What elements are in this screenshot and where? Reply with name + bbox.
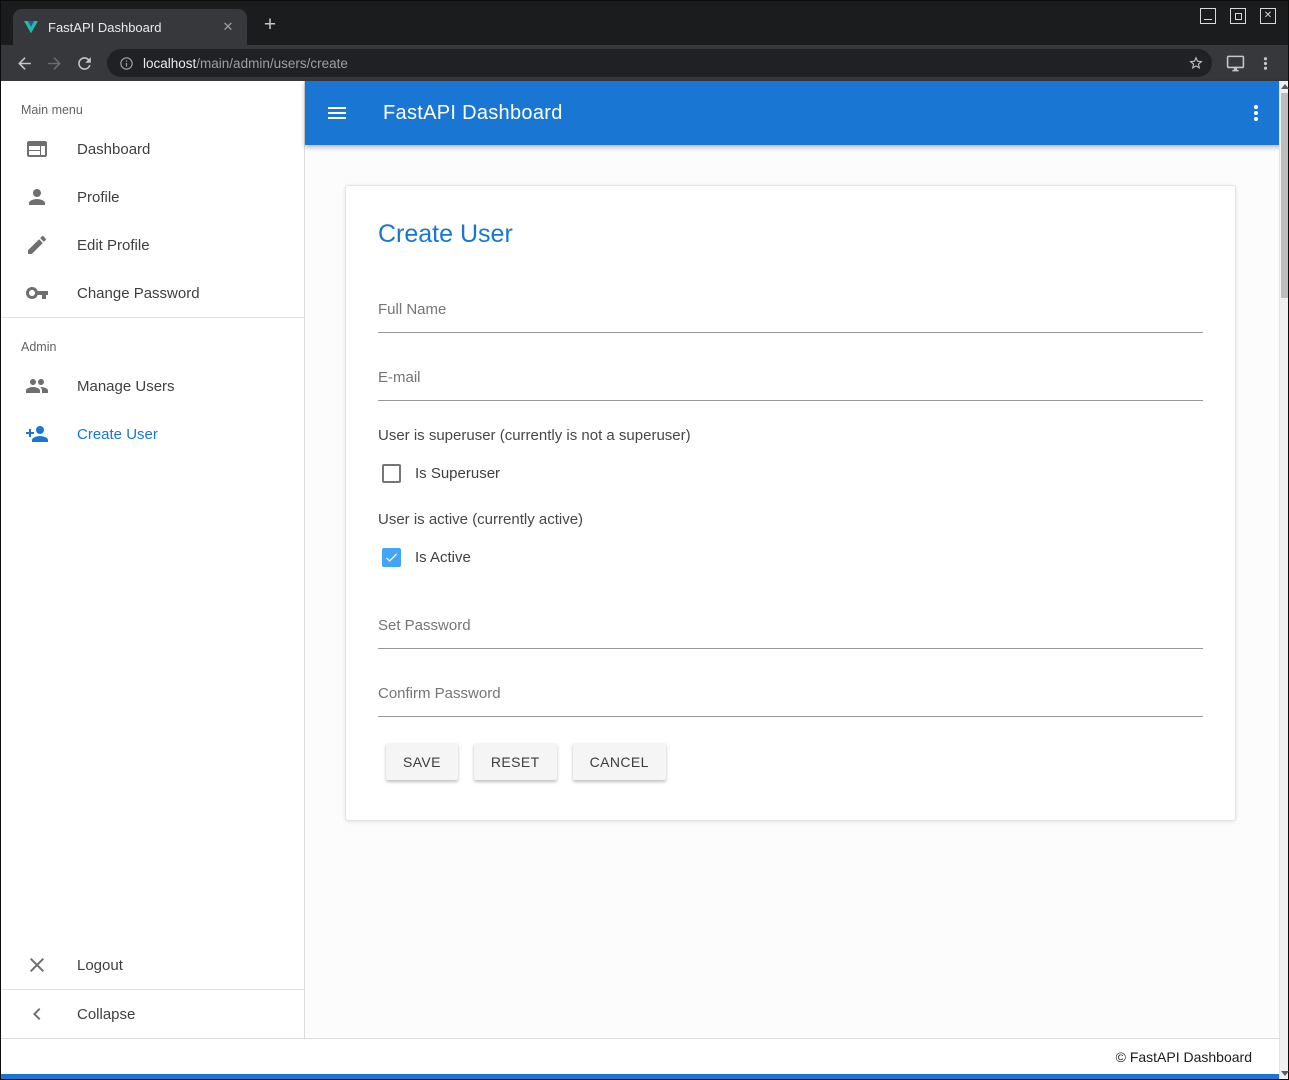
bookmark-star-icon[interactable]	[1184, 51, 1208, 75]
app-title: FastAPI Dashboard	[383, 102, 563, 125]
dashboard-icon	[25, 137, 49, 161]
sidebar-item-label: Profile	[77, 189, 120, 206]
browser-toolbar: localhost/main/admin/users/create	[1, 45, 1288, 81]
form-buttons: SAVE RESET CANCEL	[386, 743, 1203, 780]
footer-copyright: © FastAPI Dashboard	[1116, 1049, 1252, 1065]
appbar-overflow-menu-button[interactable]	[1232, 89, 1280, 137]
content-area: Create User User is superuser (currently…	[305, 145, 1288, 1038]
key-icon	[25, 281, 49, 305]
close-window-button[interactable]: ✕	[1260, 8, 1276, 24]
create-user-card: Create User User is superuser (currently…	[345, 185, 1236, 821]
dots-vertical-icon	[1244, 101, 1268, 125]
set-password-input[interactable]	[378, 607, 1203, 649]
tab-title: FastAPI Dashboard	[48, 20, 210, 35]
back-button[interactable]	[9, 48, 39, 78]
sidebar: Main menu Dashboard Profile Edit Profile	[1, 81, 305, 1038]
new-tab-button[interactable]: +	[255, 10, 285, 40]
reload-icon	[75, 54, 94, 73]
vuetify-favicon-icon	[23, 19, 39, 35]
superuser-checkbox-label: Is Superuser	[415, 465, 500, 482]
page-scrollbar[interactable]	[1279, 81, 1288, 1079]
sidebar-item-label: Change Password	[77, 285, 200, 302]
page-footer: © FastAPI Dashboard	[1, 1038, 1288, 1074]
full-name-input[interactable]	[378, 291, 1203, 333]
app-bar: FastAPI Dashboard	[305, 81, 1288, 145]
superuser-checkbox[interactable]	[382, 464, 401, 483]
browser-menu-button[interactable]	[1250, 48, 1280, 78]
scrollbar-down-arrow[interactable]	[1281, 1071, 1289, 1076]
page-body: Main menu Dashboard Profile Edit Profile	[1, 81, 1288, 1038]
scrollbar-thumb[interactable]	[1281, 93, 1288, 298]
sidebar-item-dashboard[interactable]: Dashboard	[1, 125, 304, 173]
page-title: Create User	[378, 220, 1203, 249]
main-area: FastAPI Dashboard Create User User is su…	[305, 81, 1288, 1038]
sidebar-spacer	[1, 458, 304, 941]
chevron-left-icon	[25, 1002, 49, 1026]
maximize-icon	[1235, 13, 1242, 20]
person-icon	[25, 185, 49, 209]
window-controls: ✕	[1200, 8, 1276, 24]
people-icon	[25, 374, 49, 398]
site-info-icon[interactable]	[119, 56, 134, 71]
sidebar-item-edit-profile[interactable]: Edit Profile	[1, 221, 304, 269]
install-app-icon[interactable]	[1220, 48, 1250, 78]
active-checkbox-row[interactable]: Is Active	[382, 548, 1203, 567]
pencil-icon	[25, 233, 49, 257]
person-add-icon	[25, 422, 49, 446]
minimize-icon	[1204, 19, 1212, 20]
reload-button[interactable]	[69, 48, 99, 78]
sidebar-item-label: Manage Users	[77, 378, 175, 395]
sidebar-item-manage-users[interactable]: Manage Users	[1, 362, 304, 410]
hamburger-icon	[325, 101, 349, 125]
sidebar-item-create-user[interactable]: Create User	[1, 410, 304, 458]
forward-arrow-icon	[45, 54, 64, 73]
active-checkbox[interactable]	[382, 548, 401, 567]
active-checkbox-label: Is Active	[415, 549, 471, 566]
url-path: /main/admin/users/create	[196, 56, 348, 71]
superuser-hint: User is superuser (currently is not a su…	[378, 427, 1203, 444]
sidebar-item-collapse[interactable]: Collapse	[1, 990, 304, 1038]
active-hint: User is active (currently active)	[378, 511, 1203, 528]
address-bar[interactable]: localhost/main/admin/users/create	[107, 49, 1212, 77]
sidebar-item-label: Logout	[77, 957, 123, 974]
scrollbar-up-arrow[interactable]	[1281, 84, 1289, 89]
browser-titlebar: FastAPI Dashboard ✕ + ✕	[1, 1, 1288, 45]
superuser-checkbox-row[interactable]: Is Superuser	[382, 464, 1203, 483]
sidebar-section-main-menu: Main menu	[1, 81, 304, 125]
reset-button[interactable]: RESET	[474, 743, 557, 780]
save-button[interactable]: SAVE	[386, 743, 458, 780]
url-host: localhost	[143, 56, 196, 71]
browser-window: FastAPI Dashboard ✕ + ✕ localhost/main/a…	[0, 0, 1289, 1080]
sidebar-item-label: Dashboard	[77, 141, 150, 158]
dots-vertical-icon	[1256, 54, 1275, 73]
url-text: localhost/main/admin/users/create	[143, 56, 1175, 71]
confirm-password-input[interactable]	[378, 675, 1203, 717]
footer-accent-strip	[1, 1074, 1288, 1079]
hamburger-menu-button[interactable]	[313, 89, 361, 137]
forward-button[interactable]	[39, 48, 69, 78]
close-icon	[25, 953, 49, 977]
maximize-button[interactable]	[1230, 8, 1246, 24]
sidebar-item-label: Create User	[77, 426, 158, 443]
tab-close-icon[interactable]: ✕	[219, 18, 237, 36]
sidebar-item-label: Collapse	[77, 1006, 135, 1023]
sidebar-section-admin: Admin	[1, 318, 304, 362]
sidebar-item-logout[interactable]: Logout	[1, 941, 304, 989]
email-input[interactable]	[378, 359, 1203, 401]
browser-tab[interactable]: FastAPI Dashboard ✕	[13, 9, 247, 45]
back-arrow-icon	[15, 54, 34, 73]
sidebar-item-change-password[interactable]: Change Password	[1, 269, 304, 317]
sidebar-item-label: Edit Profile	[77, 237, 150, 254]
sidebar-item-profile[interactable]: Profile	[1, 173, 304, 221]
check-icon	[384, 549, 399, 566]
minimize-button[interactable]	[1200, 8, 1216, 24]
cancel-button[interactable]: CANCEL	[573, 743, 666, 780]
